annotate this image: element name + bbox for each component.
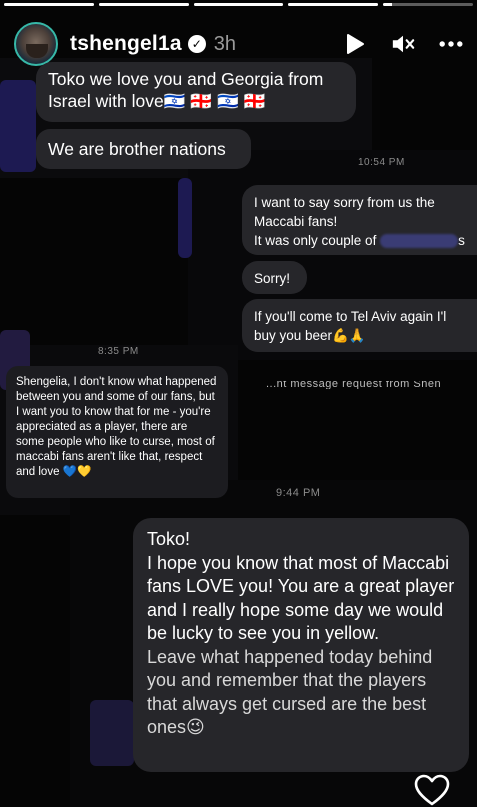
progress-segment xyxy=(288,3,379,6)
message-text: Shengelia, I don't know what happened be… xyxy=(16,376,217,478)
message-bubble: Toko we love you and Georgia from Israel… xyxy=(36,62,356,122)
heart-icon[interactable] xyxy=(413,773,451,807)
message-text-line: It was only couple of s xyxy=(254,233,465,249)
header-controls xyxy=(343,32,463,56)
story-viewer: tshengel1a ✓ 3h Toko we love you and Geo… xyxy=(0,0,477,807)
message-bubble: Shengelia, I don't know what happened be… xyxy=(6,366,228,498)
message-text: Sorry! xyxy=(254,271,291,286)
redacted-text xyxy=(380,234,459,249)
avatar[interactable] xyxy=(14,22,58,66)
progress-segment xyxy=(98,3,189,6)
message-text: Toko we love you and Georgia from Israel… xyxy=(48,69,324,111)
username[interactable]: tshengel1a xyxy=(70,32,182,56)
message-bubble: I want to say sorry from us the Maccabi … xyxy=(242,185,477,255)
progress-segment xyxy=(193,3,284,6)
story-progress-bar xyxy=(4,3,473,6)
message-text: If you'll come to Tel Aviv again I'l buy… xyxy=(254,309,447,343)
post-time: 3h xyxy=(213,32,236,55)
message-paragraph: Toko! xyxy=(147,529,191,549)
play-icon[interactable] xyxy=(343,32,367,56)
partial-message-text: ...nt message request from Shen xyxy=(266,381,442,389)
message-text: We are brother nations xyxy=(48,139,226,159)
decorative-shape xyxy=(178,178,192,258)
message-timestamp: 10:54 PM xyxy=(358,157,405,168)
message-paragraph: I hope you know that most of Maccabi fan… xyxy=(147,552,455,644)
mute-icon[interactable] xyxy=(391,32,415,56)
message-bubble: Toko! I hope you know that most of Macca… xyxy=(133,518,469,772)
message-paragraph: Leave what happened today behind you and… xyxy=(147,646,433,738)
decorative-shape xyxy=(0,80,36,172)
message-text: I want to say sorry from us the Maccabi … xyxy=(254,195,435,229)
progress-segment xyxy=(4,3,94,6)
message-bubble: Sorry! xyxy=(242,261,307,294)
verified-badge-icon: ✓ xyxy=(187,35,206,53)
message-bubble: We are brother nations xyxy=(36,129,251,169)
more-options-icon[interactable] xyxy=(439,32,463,56)
progress-segment xyxy=(383,3,473,6)
message-timestamp: 8:35 PM xyxy=(98,346,139,357)
message-bubble: If you'll come to Tel Aviv again I'l buy… xyxy=(242,299,477,352)
message-timestamp: 9:44 PM xyxy=(276,487,321,499)
decorative-shape xyxy=(90,700,134,766)
